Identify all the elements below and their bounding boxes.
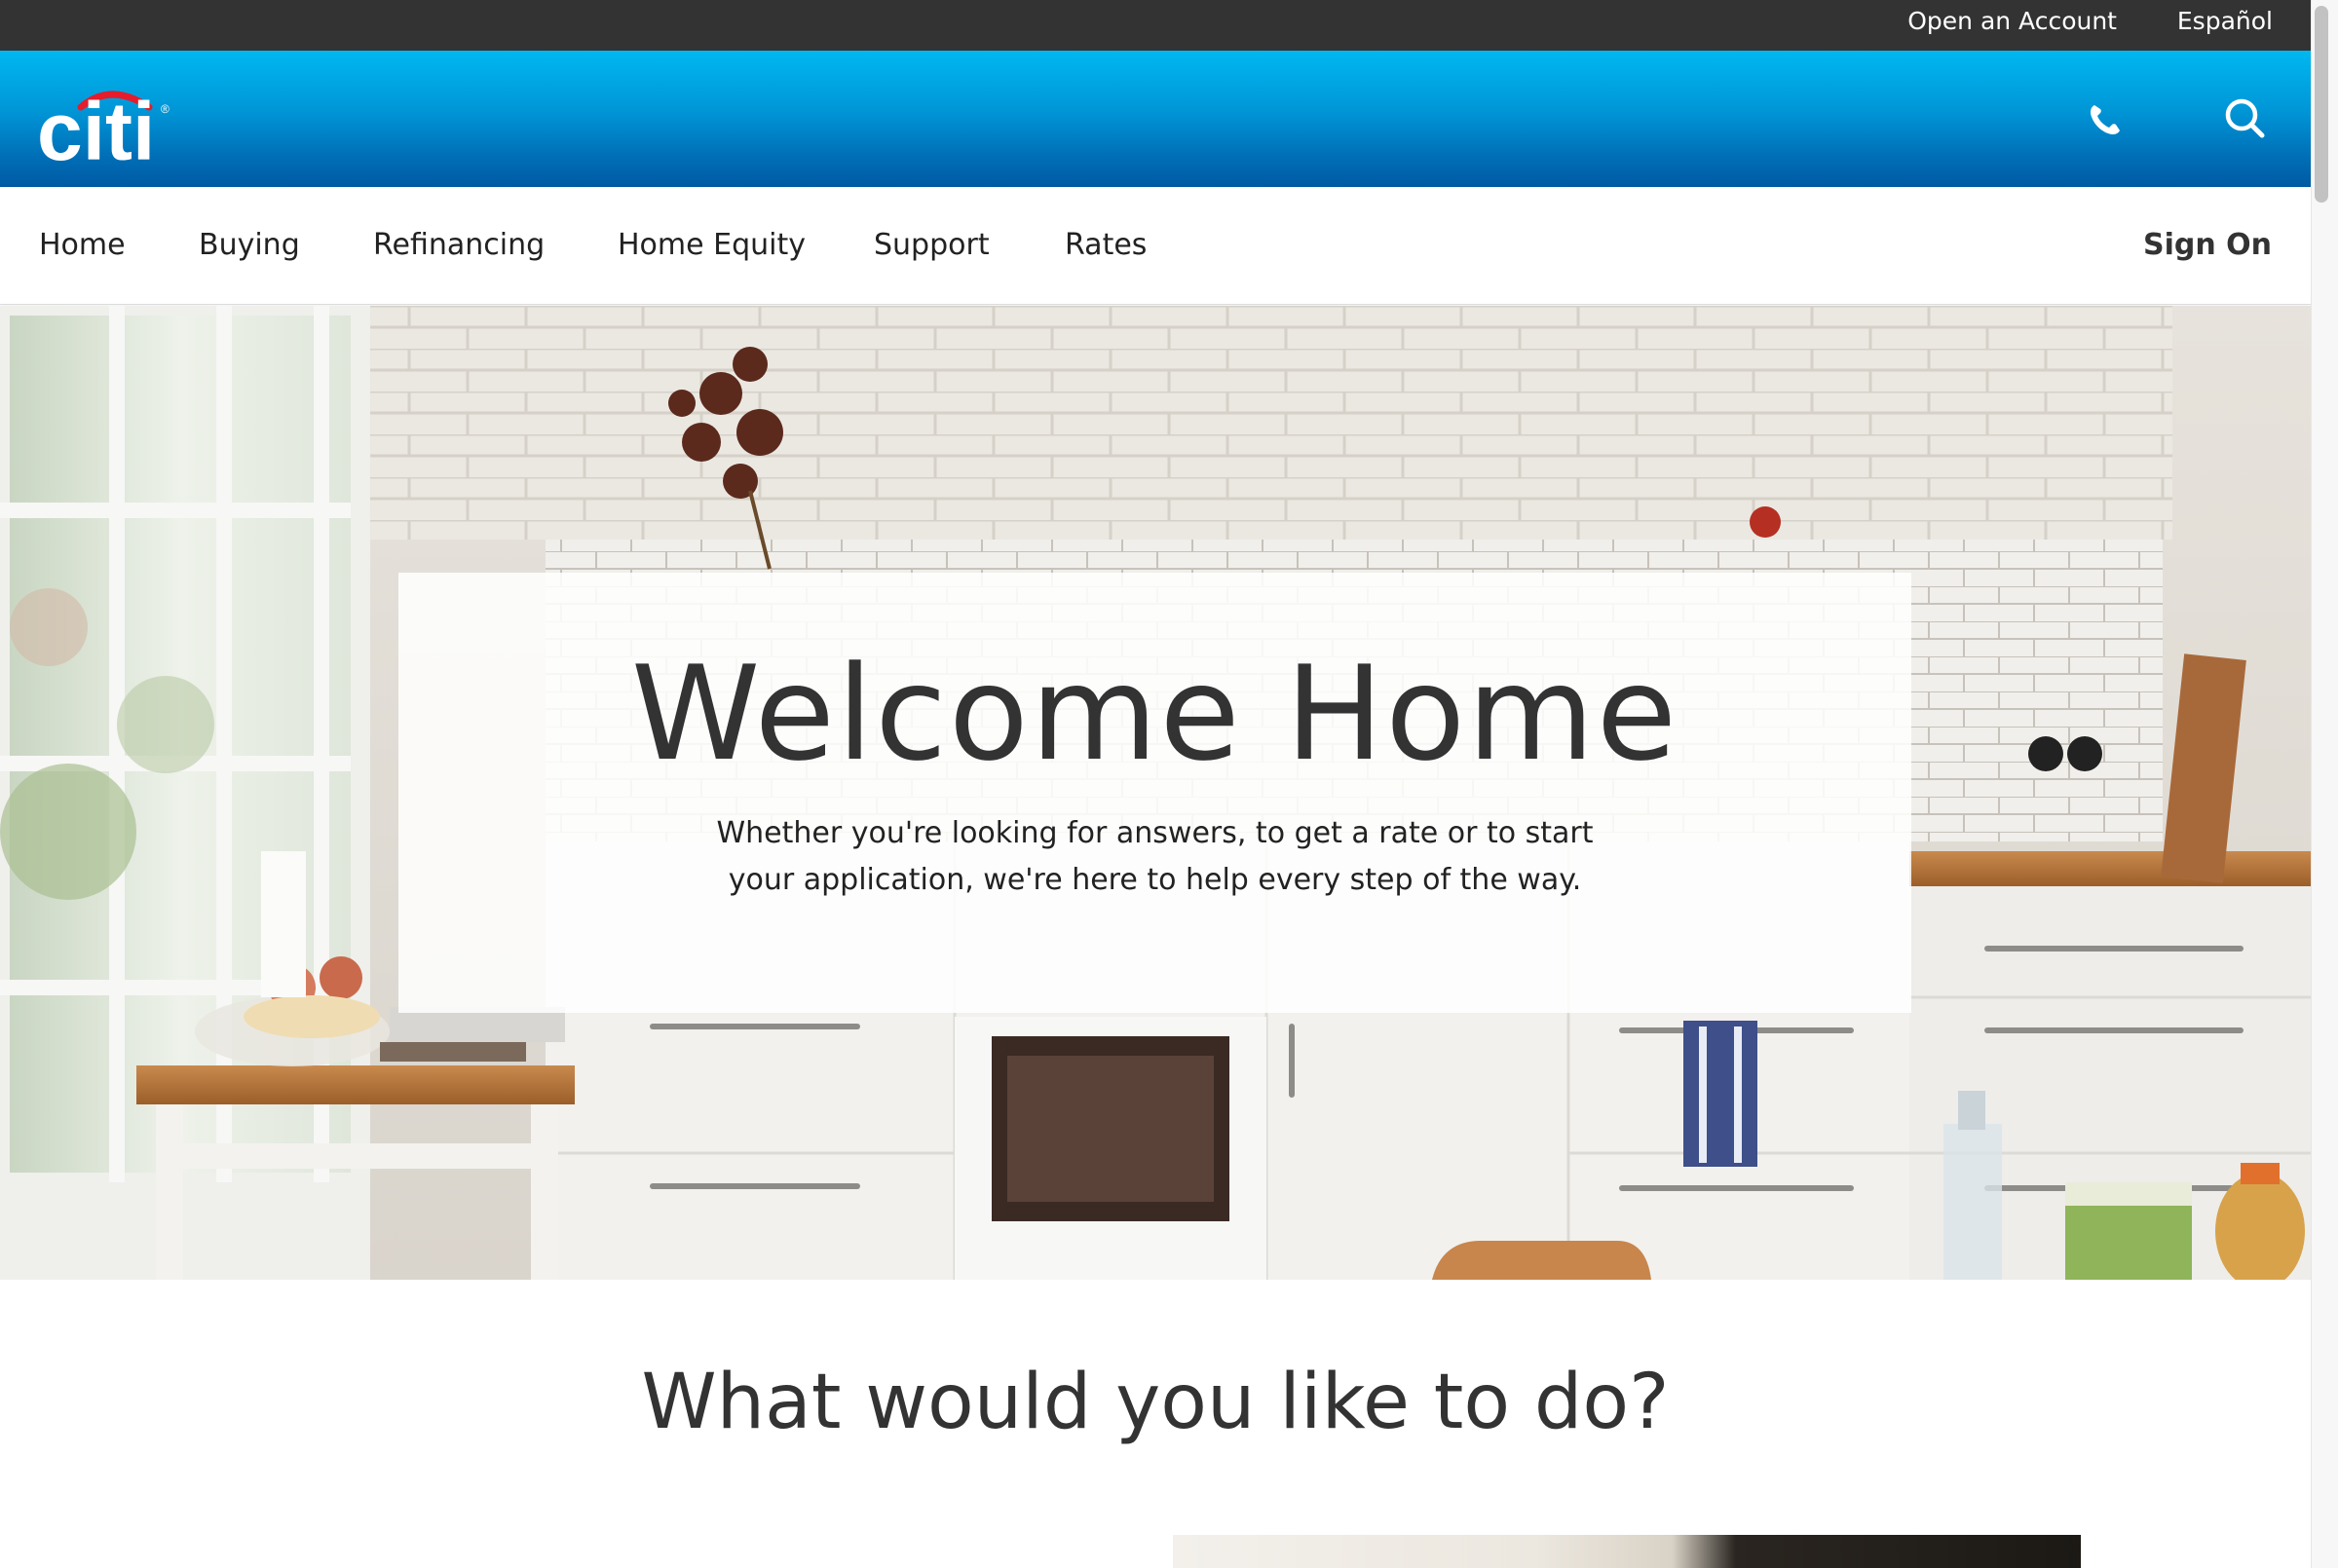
utility-bar: Open an Account Español — [0, 0, 2311, 51]
hero-banner: Welcome Home Whether you're looking for … — [0, 306, 2311, 1280]
scrollbar-track[interactable] — [2311, 0, 2338, 1568]
logo-wordmark: citi — [37, 86, 155, 169]
espanol-language-link[interactable]: Español — [2177, 0, 2273, 51]
nav-item-support[interactable]: Support — [874, 187, 990, 304]
promo-image — [1173, 1535, 2081, 1568]
sign-on-button[interactable]: Sign On — [2143, 187, 2272, 304]
citi-logo[interactable]: citi ® — [35, 72, 181, 169]
nav-item-home-equity[interactable]: Home Equity — [618, 187, 806, 304]
nav-item-buying[interactable]: Buying — [199, 187, 300, 304]
section-heading: What would you like to do? — [641, 1359, 1670, 1446]
phone-icon[interactable] — [2081, 95, 2130, 144]
nav-item-home[interactable]: Home — [39, 187, 126, 304]
nav-item-refinancing[interactable]: Refinancing — [373, 187, 545, 304]
svg-text:®: ® — [161, 102, 170, 116]
search-icon[interactable] — [2221, 95, 2270, 144]
main-nav: Home Buying Refinancing Home Equity Supp… — [0, 187, 2311, 305]
hero-card: Welcome Home Whether you're looking for … — [398, 573, 1911, 1013]
scrollbar-thumb[interactable] — [2315, 6, 2328, 203]
hero-subtitle: Whether you're looking for answers, to g… — [716, 816, 1594, 897]
open-account-link[interactable]: Open an Account — [1907, 0, 2117, 51]
nav-item-rates[interactable]: Rates — [1065, 187, 1147, 304]
hero-title: Welcome Home — [630, 638, 1679, 790]
brand-header: citi ® — [0, 51, 2311, 187]
